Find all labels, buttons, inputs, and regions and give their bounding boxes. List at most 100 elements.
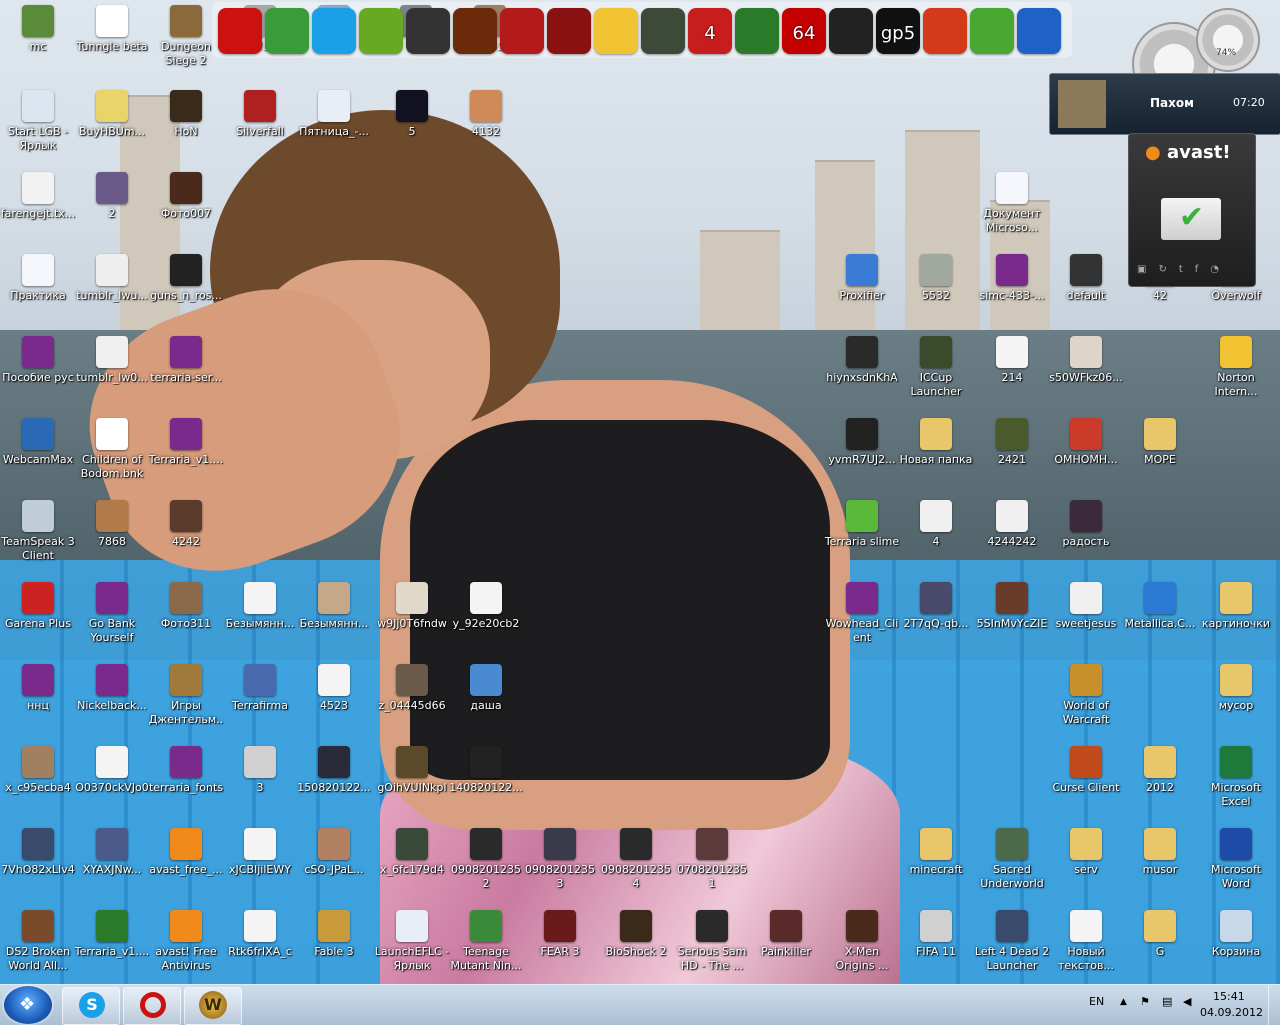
desktop-icon[interactable]: Безымянн... [222, 582, 298, 631]
network-icon[interactable]: ▤ [1162, 995, 1172, 1008]
desktop-icon[interactable]: Практика [0, 254, 76, 303]
skyrim-app-icon[interactable] [406, 8, 450, 54]
desktop-icon[interactable]: Silverfall [222, 90, 298, 139]
desktop-icon[interactable]: Go Bank Yourself [74, 582, 150, 645]
desktop-icon[interactable]: X-Men Origins ... [824, 910, 900, 973]
desktop-icon[interactable]: 4242 [148, 500, 224, 549]
desktop-icon[interactable]: 2T7qQ-qb... [898, 582, 974, 631]
desktop-icon[interactable]: 2 [74, 172, 150, 221]
desktop-icon[interactable]: Painkiller [748, 910, 824, 959]
desktop-icon[interactable]: s50WFkz06... [1048, 336, 1124, 385]
rss-icon[interactable]: ◔ [1210, 264, 1231, 275]
desktop-icon[interactable]: Пятница_-... [296, 90, 372, 139]
desktop-icon[interactable]: TeamSpeak 3 Client [0, 500, 76, 563]
painkiller-red-app-icon[interactable] [500, 8, 544, 54]
desktop-icon[interactable]: Wowhead_Client [824, 582, 900, 645]
desktop-icon[interactable]: x_c95ecba4 [0, 746, 76, 795]
butterfly-app-icon[interactable] [359, 8, 403, 54]
desktop-icon[interactable]: 07082012351 [674, 828, 750, 891]
desktop-icon[interactable]: tumblr_lw0... [74, 336, 150, 385]
desktop-icon[interactable]: 4244242 [974, 500, 1050, 549]
desktop-icon[interactable]: Microsoft Excel [1198, 746, 1274, 809]
desktop-icon[interactable]: Игры Джентельм... [148, 664, 224, 727]
volume-icon[interactable]: ◀ [1183, 995, 1191, 1008]
avast-status[interactable]: ✔ [1161, 198, 1221, 240]
desktop-icon[interactable]: 214 [974, 336, 1050, 385]
action-center-flag-icon[interactable]: ⚑ [1140, 995, 1150, 1008]
vault-boy-app-icon[interactable] [594, 8, 638, 54]
taskbar-opera-button[interactable] [123, 987, 181, 1025]
desktop-icon[interactable]: minecraft [898, 828, 974, 877]
left4dead-app-icon[interactable]: 4 [688, 8, 732, 54]
desktop-icon[interactable]: Новая папка [898, 418, 974, 467]
desktop-icon[interactable]: x_6fc179d4 [374, 828, 450, 877]
desktop-icon[interactable]: hiynxsdnKhA [824, 336, 900, 385]
desktop-icon[interactable]: ICCup Launcher [898, 336, 974, 399]
desktop-icon[interactable]: ОМНОМН... [1048, 418, 1124, 467]
ccleaner-app-icon[interactable] [923, 8, 967, 54]
desktop-icon[interactable]: Пособие рус [0, 336, 76, 385]
desktop-icon[interactable]: O0370ckVJo0 [74, 746, 150, 795]
desktop-icon[interactable]: Sacred Underworld [974, 828, 1050, 891]
desktop-icon[interactable]: BioShock 2 [598, 910, 674, 959]
skull-app-icon[interactable] [547, 8, 591, 54]
skype-app-icon[interactable] [312, 8, 356, 54]
desktop-icon[interactable]: terraria-ser... [148, 336, 224, 385]
opera-app-icon[interactable] [218, 8, 262, 54]
desktop-icon[interactable]: HoN [148, 90, 224, 139]
desktop-icon[interactable]: 150820122... [296, 746, 372, 795]
taskbar-wow-button[interactable]: W [184, 987, 242, 1025]
desktop-icon[interactable]: Curse Client [1048, 746, 1124, 795]
monitor-icon[interactable]: ▣ [1137, 264, 1158, 275]
desktop-icon[interactable]: yvmR7UJ2... [824, 418, 900, 467]
desktop-icon[interactable]: МОРЕ [1122, 418, 1198, 467]
desktop-icon[interactable]: 09082012353 [522, 828, 598, 891]
desktop-icon[interactable]: avast_free_... [148, 828, 224, 877]
desktop-icon[interactable]: 09082012354 [598, 828, 674, 891]
desktop-icon[interactable]: Фото007 [148, 172, 224, 221]
desktop-icon[interactable]: DS2 Broken World All... [0, 910, 76, 973]
desktop-icon[interactable]: G [1122, 910, 1198, 959]
64-app-icon[interactable]: 64 [782, 8, 826, 54]
desktop-icon[interactable]: default [1048, 254, 1124, 303]
speedtest-app-icon[interactable] [829, 8, 873, 54]
desktop-icon[interactable]: farengejt.tx... [0, 172, 76, 221]
desktop-icon[interactable]: Serious Sam HD - The ... [674, 910, 750, 973]
desktop-icon[interactable]: WebcamMax [0, 418, 76, 467]
desktop-icon[interactable]: Fable 3 [296, 910, 372, 959]
desktop-icon[interactable]: 09082012352 [448, 828, 524, 891]
desktop-icon[interactable]: gOihVUINkpI [374, 746, 450, 795]
soldier-app-icon[interactable] [641, 8, 685, 54]
desktop-icon[interactable]: z_04445d66 [374, 664, 450, 713]
desktop-icon[interactable]: 2421 [974, 418, 1050, 467]
desktop-icon[interactable]: Rtk6frIXA_c [222, 910, 298, 959]
desktop-icon[interactable]: 3 [222, 746, 298, 795]
desktop-icon[interactable]: 4523 [296, 664, 372, 713]
desktop-icon[interactable]: World of Warcraft [1048, 664, 1124, 727]
desktop-icon[interactable]: BuyHBUm... [74, 90, 150, 139]
desktop-icon[interactable]: Tunngle beta [74, 5, 150, 54]
desktop-icon[interactable]: tumblr_lwu... [74, 254, 150, 303]
desktop-icon[interactable]: Left 4 Dead 2 Launcher [974, 910, 1050, 973]
refresh-icon[interactable]: ↻ [1158, 264, 1178, 275]
desktop-icon[interactable]: Nickelback... [74, 664, 150, 713]
twitter-icon[interactable]: t [1179, 264, 1195, 275]
terraria-tree-app-icon[interactable] [735, 8, 779, 54]
desktop-icon[interactable]: Terrafirma [222, 664, 298, 713]
desktop-icon[interactable]: 5SInMvYcZIE [974, 582, 1050, 631]
desktop-icon[interactable]: sweetjesus [1048, 582, 1124, 631]
show-desktop-button[interactable] [1268, 985, 1280, 1025]
desktop-icon[interactable]: guns_n_ros... [148, 254, 224, 303]
desktop-icon[interactable]: Garena Plus [0, 582, 76, 631]
desktop-icon[interactable]: mc [0, 5, 76, 54]
chrome-app-icon[interactable] [265, 8, 309, 54]
desktop-icon[interactable]: XYAXJNw... [74, 828, 150, 877]
desktop-icon[interactable]: Start LGB - Ярлык [0, 90, 76, 153]
desktop-icon[interactable]: картиночки [1198, 582, 1274, 631]
avast-gadget[interactable]: ● avast! ✔ ▣↻tf◔ [1128, 133, 1256, 287]
desktop-icon[interactable]: avast! Free Antivirus [148, 910, 224, 973]
clock-time[interactable]: 15:41 [1213, 990, 1245, 1003]
desktop-icon[interactable]: Фото311 [148, 582, 224, 631]
desktop-icon[interactable]: 5 [374, 90, 450, 139]
desktop-icon[interactable]: 4 [898, 500, 974, 549]
